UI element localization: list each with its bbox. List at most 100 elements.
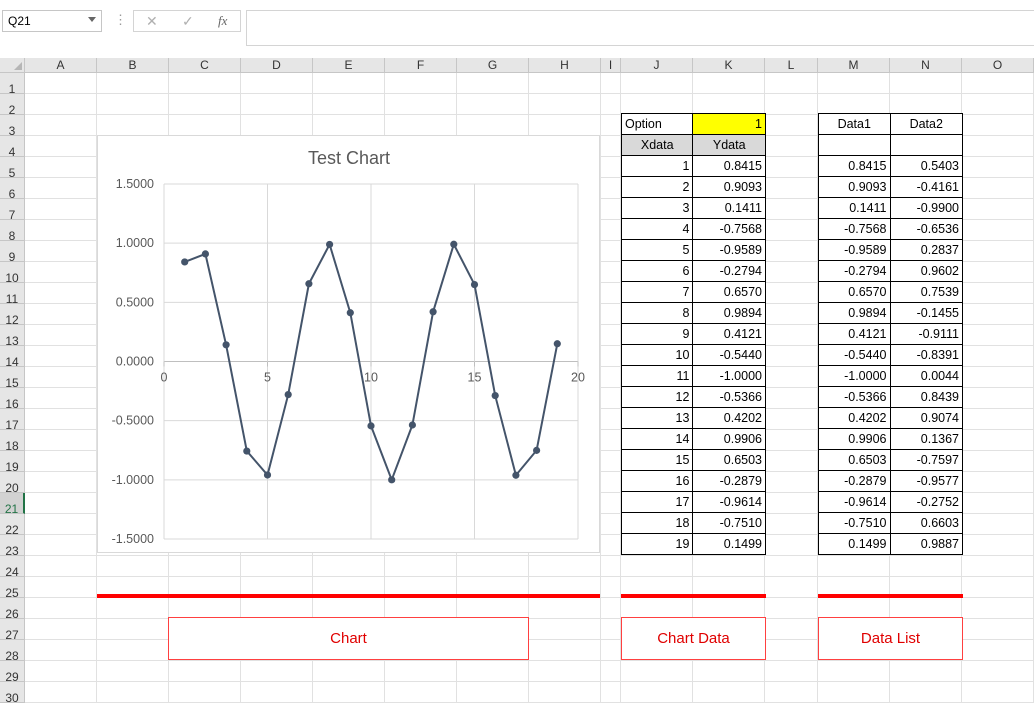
xdata-cell[interactable]: 17 — [620, 491, 694, 513]
data1-cell[interactable]: 0.6570 — [818, 281, 891, 303]
row-header-14[interactable]: 14 — [0, 346, 25, 369]
column-header-n[interactable]: N — [890, 58, 962, 73]
xdata-cell[interactable]: 1 — [620, 155, 694, 177]
column-header-e[interactable]: E — [313, 58, 385, 73]
data1-cell[interactable]: 0.9894 — [818, 302, 891, 324]
data2-cell[interactable]: 0.2837 — [889, 239, 963, 261]
row-header-18[interactable]: 18 — [0, 430, 25, 453]
xdata-cell[interactable]: 18 — [620, 512, 694, 534]
data2-cell[interactable]: -0.6536 — [889, 218, 963, 240]
row-header-24[interactable]: 24 — [0, 556, 25, 579]
xdata-cell[interactable]: 13 — [620, 407, 694, 429]
row-header-30[interactable]: 30 — [0, 682, 25, 705]
row-header-27[interactable]: 27 — [0, 619, 25, 642]
row-header-19[interactable]: 19 — [0, 451, 25, 474]
chart-area[interactable]: Test Chart 1.5000 1.0000 0.5000 0.0000 -0.50… — [97, 135, 600, 553]
data2-cell[interactable]: 0.9602 — [889, 260, 963, 282]
column-header-c[interactable]: C — [169, 58, 241, 73]
ydata-cell[interactable]: -0.5366 — [692, 386, 766, 408]
data2-cell[interactable]: -0.9900 — [889, 197, 963, 219]
data1-cell[interactable]: 0.8415 — [818, 155, 891, 177]
row-header-3[interactable]: 3 — [0, 115, 25, 138]
row-header-22[interactable]: 22 — [0, 514, 25, 537]
column-header-k[interactable]: K — [693, 58, 765, 73]
column-header-b[interactable]: B — [97, 58, 169, 73]
ydata-cell[interactable]: -0.9589 — [692, 239, 766, 261]
row-header-28[interactable]: 28 — [0, 640, 25, 663]
insert-function-icon[interactable]: fx — [218, 13, 227, 29]
ydata-cell[interactable]: -1.0000 — [692, 365, 766, 387]
ydata-cell[interactable]: 0.1411 — [692, 197, 766, 219]
data1-cell[interactable]: -0.7510 — [818, 512, 891, 534]
data1-cell[interactable]: -0.5366 — [818, 386, 891, 408]
xdata-cell[interactable]: 19 — [620, 533, 694, 555]
enter-icon[interactable]: ✓ — [182, 13, 194, 30]
column-header-i[interactable]: I — [601, 58, 621, 73]
row-header-1[interactable]: 1 — [0, 73, 25, 96]
data1-cell[interactable]: 0.1411 — [818, 197, 891, 219]
row-header-4[interactable]: 4 — [0, 136, 25, 159]
ydata-cell[interactable]: -0.7510 — [692, 512, 766, 534]
data2-cell[interactable]: 0.9074 — [889, 407, 963, 429]
row-header-11[interactable]: 11 — [0, 283, 25, 306]
data1-cell[interactable]: -0.5440 — [818, 344, 891, 366]
data2-cell[interactable]: -0.8391 — [889, 344, 963, 366]
data1-cell[interactable]: -1.0000 — [818, 365, 891, 387]
column-header-d[interactable]: D — [241, 58, 313, 73]
data2-cell[interactable]: 0.1367 — [889, 428, 963, 450]
row-header-2[interactable]: 2 — [0, 94, 25, 117]
row-header-17[interactable]: 17 — [0, 409, 25, 432]
data1-cell[interactable]: -0.2879 — [818, 470, 891, 492]
empty-cell[interactable] — [889, 134, 963, 156]
chart-button[interactable]: Chart — [168, 617, 529, 660]
row-header-7[interactable]: 7 — [0, 199, 25, 222]
chart-data-button[interactable]: Chart Data — [621, 617, 766, 660]
ydata-cell[interactable]: 0.6503 — [692, 449, 766, 471]
row-header-13[interactable]: 13 — [0, 325, 25, 348]
data2-cell[interactable]: 0.8439 — [889, 386, 963, 408]
row-header-16[interactable]: 16 — [0, 388, 25, 411]
data1-cell[interactable]: -0.9614 — [818, 491, 891, 513]
data2-cell[interactable]: -0.4161 — [889, 176, 963, 198]
empty-cell[interactable] — [818, 134, 891, 156]
data-list-button[interactable]: Data List — [818, 617, 963, 660]
xdata-cell[interactable]: 6 — [620, 260, 694, 282]
xdata-cell[interactable]: 3 — [620, 197, 694, 219]
row-header-12[interactable]: 12 — [0, 304, 25, 327]
xdata-cell[interactable]: 5 — [620, 239, 694, 261]
xdata-cell[interactable]: 14 — [620, 428, 694, 450]
data1-cell[interactable]: -0.2794 — [818, 260, 891, 282]
data2-cell[interactable]: -0.2752 — [889, 491, 963, 513]
ydata-cell[interactable]: -0.2879 — [692, 470, 766, 492]
ydata-cell[interactable]: 0.4121 — [692, 323, 766, 345]
column-header-h[interactable]: H — [529, 58, 601, 73]
ydata-cell[interactable]: 0.9093 — [692, 176, 766, 198]
formula-input[interactable] — [246, 10, 1034, 46]
row-header-5[interactable]: 5 — [0, 157, 25, 180]
data1-cell[interactable]: 0.1499 — [818, 533, 891, 555]
ydata-cell[interactable]: -0.9614 — [692, 491, 766, 513]
column-header-g[interactable]: G — [457, 58, 529, 73]
ydata-cell[interactable]: 0.6570 — [692, 281, 766, 303]
row-header-26[interactable]: 26 — [0, 598, 25, 621]
column-header-m[interactable]: M — [818, 58, 890, 73]
column-header-l[interactable]: L — [765, 58, 818, 73]
ydata-cell[interactable]: -0.2794 — [692, 260, 766, 282]
xdata-cell[interactable]: 2 — [620, 176, 694, 198]
data2-cell[interactable]: 0.6603 — [889, 512, 963, 534]
ydata-cell[interactable]: 0.4202 — [692, 407, 766, 429]
row-header-10[interactable]: 10 — [0, 262, 25, 285]
cancel-icon[interactable]: ✕ — [146, 13, 158, 30]
data2-cell[interactable]: 0.7539 — [889, 281, 963, 303]
xdata-cell[interactable]: 7 — [620, 281, 694, 303]
data1-cell[interactable]: -0.7568 — [818, 218, 891, 240]
data1-cell[interactable]: 0.4121 — [818, 323, 891, 345]
xdata-cell[interactable]: 15 — [620, 449, 694, 471]
ydata-cell[interactable]: -0.5440 — [692, 344, 766, 366]
name-box[interactable]: Q21 — [2, 10, 102, 32]
xdata-cell[interactable]: 11 — [620, 365, 694, 387]
xdata-cell[interactable]: 16 — [620, 470, 694, 492]
data2-cell[interactable]: -0.9111 — [889, 323, 963, 345]
column-header-a[interactable]: A — [25, 58, 97, 73]
data2-cell[interactable]: 0.9887 — [889, 533, 963, 555]
